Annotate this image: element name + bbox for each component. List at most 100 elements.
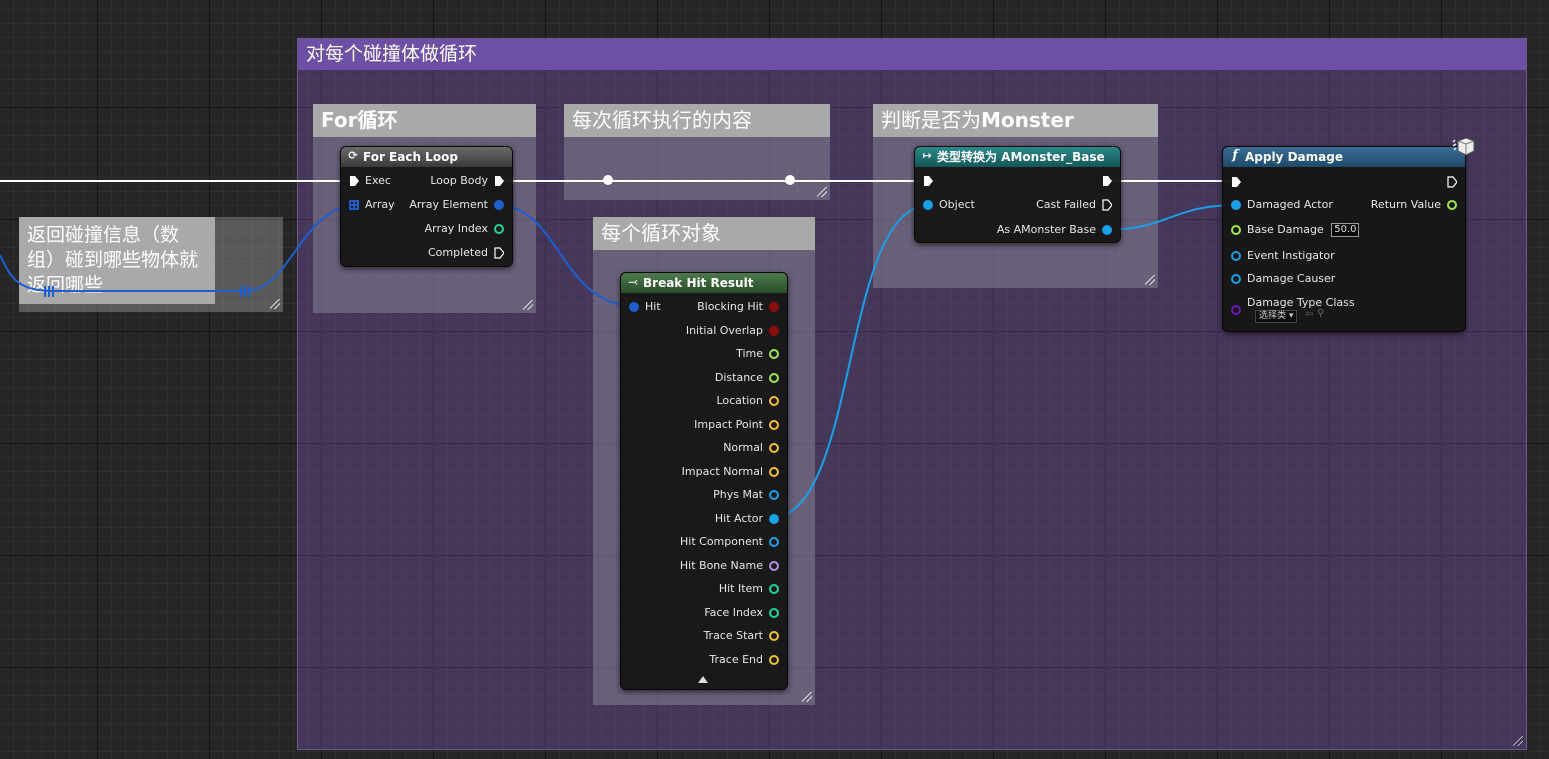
node-header[interactable]: ⟳ For Each Loop bbox=[341, 147, 512, 167]
object-pin-icon[interactable] bbox=[769, 513, 779, 524]
node-title: For Each Loop bbox=[363, 150, 458, 164]
pin-phys-mat[interactable]: Phys Mat bbox=[713, 487, 783, 503]
exec-pin-icon[interactable] bbox=[1447, 176, 1457, 188]
pin-exec-out[interactable] bbox=[1096, 173, 1116, 189]
pin-array-element[interactable]: Array Element bbox=[409, 197, 508, 213]
pin-object[interactable]: Object bbox=[919, 197, 975, 213]
node-for-each-loop[interactable]: ⟳ For Each Loop Exec Array Loop Body Arr… bbox=[340, 146, 513, 267]
pin-label: Damage Type Class bbox=[1247, 296, 1355, 309]
int-pin-icon[interactable] bbox=[769, 607, 779, 618]
exec-pin-icon[interactable] bbox=[494, 175, 504, 187]
float-pin-icon[interactable] bbox=[1447, 200, 1457, 210]
vector-pin-icon[interactable] bbox=[769, 631, 779, 641]
pin-label: Face Index bbox=[704, 605, 763, 619]
float-pin-icon[interactable] bbox=[769, 349, 779, 359]
pin-face-index[interactable]: Face Index bbox=[704, 605, 783, 621]
float-pin-icon[interactable] bbox=[769, 372, 779, 383]
damage-type-select[interactable]: 选择类 ▾ bbox=[1255, 310, 1298, 323]
array-grid-icon[interactable] bbox=[349, 200, 359, 210]
pin-impact-point[interactable]: Impact Point bbox=[694, 417, 783, 433]
pin-distance[interactable]: Distance bbox=[715, 370, 783, 386]
pin-cast-failed[interactable]: Cast Failed bbox=[1036, 197, 1116, 213]
class-pin-icon[interactable] bbox=[1231, 305, 1241, 315]
pin-label: Initial Overlap bbox=[685, 323, 763, 337]
loop-icon: ⟳ bbox=[348, 149, 358, 162]
exec-pin-icon[interactable] bbox=[1102, 175, 1112, 187]
pin-exec-out[interactable] bbox=[1441, 174, 1461, 190]
collapse-arrow-icon[interactable] bbox=[698, 676, 708, 683]
pin-label: Hit Item bbox=[718, 582, 763, 595]
pin-label: Phys Mat bbox=[713, 488, 763, 501]
exec-pin-icon[interactable] bbox=[349, 175, 359, 187]
pin-hit-bone-name[interactable]: Hit Bone Name bbox=[680, 558, 783, 574]
pin-as-amonster-base[interactable]: As AMonster Base bbox=[997, 222, 1116, 238]
pin-exec-in[interactable] bbox=[919, 173, 939, 189]
pin-array-in[interactable]: Array bbox=[345, 197, 395, 213]
object-pin-icon[interactable] bbox=[769, 537, 779, 547]
node-header[interactable]: f Apply Damage bbox=[1223, 147, 1465, 167]
node-break-hit-result[interactable]: ⤙ Break Hit Result Hit Blocking Hit Initi… bbox=[620, 272, 788, 690]
vector-pin-icon[interactable] bbox=[769, 443, 779, 453]
node-cast-amonster-base[interactable]: ↦ 类型转换为 AMonster_Base Object Cast Failed… bbox=[914, 146, 1121, 243]
struct-pin-icon[interactable] bbox=[494, 200, 504, 210]
browse-icon[interactable]: ⚲ bbox=[1317, 308, 1324, 319]
pin-label: Event Instigator bbox=[1247, 249, 1335, 262]
name-pin-icon[interactable] bbox=[769, 560, 779, 571]
object-pin-icon[interactable] bbox=[1102, 225, 1112, 235]
base-damage-input[interactable]: 50.0 bbox=[1331, 223, 1360, 237]
node-header[interactable]: ↦ 类型转换为 AMonster_Base bbox=[915, 147, 1120, 167]
object-pin-icon[interactable] bbox=[769, 490, 779, 500]
exec-pin-icon[interactable] bbox=[923, 175, 933, 187]
exec-pin-icon[interactable] bbox=[1102, 199, 1112, 211]
hit-actor-wire bbox=[769, 204, 931, 519]
pin-event-instigator[interactable]: Event Instigator bbox=[1227, 248, 1335, 264]
node-apply-damage[interactable]: f Apply Damage Damaged Actor Return Valu… bbox=[1222, 146, 1466, 332]
bool-pin-icon[interactable] bbox=[769, 302, 779, 312]
pin-label: Distance bbox=[714, 370, 763, 384]
pin-trace-end[interactable]: Trace End bbox=[709, 652, 783, 668]
pin-normal[interactable]: Normal bbox=[723, 440, 783, 456]
object-pin-icon[interactable] bbox=[1231, 251, 1241, 261]
pin-damaged-actor[interactable]: Damaged Actor bbox=[1227, 197, 1333, 213]
pin-base-damage[interactable]: Base Damage 50.0 bbox=[1227, 222, 1360, 238]
pin-hit[interactable]: Hit bbox=[625, 299, 661, 315]
pin-damage-type-class[interactable]: Damage Type Class bbox=[1227, 295, 1355, 315]
object-pin-icon[interactable] bbox=[1231, 274, 1241, 284]
node-title: Break Hit Result bbox=[643, 276, 754, 290]
float-pin-icon[interactable] bbox=[1231, 225, 1241, 235]
use-selected-icon[interactable]: ⇦ bbox=[1305, 309, 1313, 320]
function-icon: f bbox=[1232, 148, 1238, 163]
pin-trace-start[interactable]: Trace Start bbox=[703, 628, 783, 644]
node-header[interactable]: ⤙ Break Hit Result bbox=[621, 273, 787, 293]
pin-hit-actor[interactable]: Hit Actor bbox=[715, 511, 783, 527]
cube-icon bbox=[1452, 135, 1476, 159]
struct-pin-icon[interactable] bbox=[629, 302, 639, 312]
vector-pin-icon[interactable] bbox=[769, 419, 779, 430]
pin-initial-overlap[interactable]: Initial Overlap bbox=[686, 323, 783, 339]
pin-impact-normal[interactable]: Impact Normal bbox=[682, 464, 783, 480]
pin-array-index[interactable]: Array Index bbox=[425, 221, 508, 237]
pin-exec-in[interactable] bbox=[1227, 174, 1247, 190]
object-pin-icon[interactable] bbox=[1231, 200, 1241, 210]
int-pin-icon[interactable] bbox=[494, 224, 504, 234]
pin-location[interactable]: Location bbox=[716, 393, 783, 409]
vector-pin-icon[interactable] bbox=[769, 654, 779, 665]
pin-label: As AMonster Base bbox=[996, 223, 1096, 236]
pin-blocking-hit[interactable]: Blocking Hit bbox=[697, 299, 783, 315]
object-pin-icon[interactable] bbox=[923, 200, 933, 210]
pin-completed[interactable]: Completed bbox=[428, 245, 508, 261]
pin-return-value[interactable]: Return Value bbox=[1371, 197, 1461, 213]
pin-hit-item[interactable]: Hit Item bbox=[719, 581, 783, 597]
pin-hit-component[interactable]: Hit Component bbox=[680, 534, 783, 550]
vector-pin-icon[interactable] bbox=[769, 396, 779, 406]
pin-loop-body[interactable]: Loop Body bbox=[430, 173, 508, 189]
int-pin-icon[interactable] bbox=[769, 584, 779, 594]
exec-pin-icon[interactable] bbox=[1231, 176, 1241, 188]
exec-pin-icon[interactable] bbox=[494, 247, 504, 259]
pin-exec-in[interactable]: Exec bbox=[345, 173, 391, 189]
bool-pin-icon[interactable] bbox=[769, 325, 779, 336]
pin-damage-causer[interactable]: Damage Causer bbox=[1227, 271, 1335, 287]
vector-pin-icon[interactable] bbox=[769, 466, 779, 477]
pin-label: Time bbox=[736, 347, 763, 360]
pin-time[interactable]: Time bbox=[736, 346, 783, 362]
